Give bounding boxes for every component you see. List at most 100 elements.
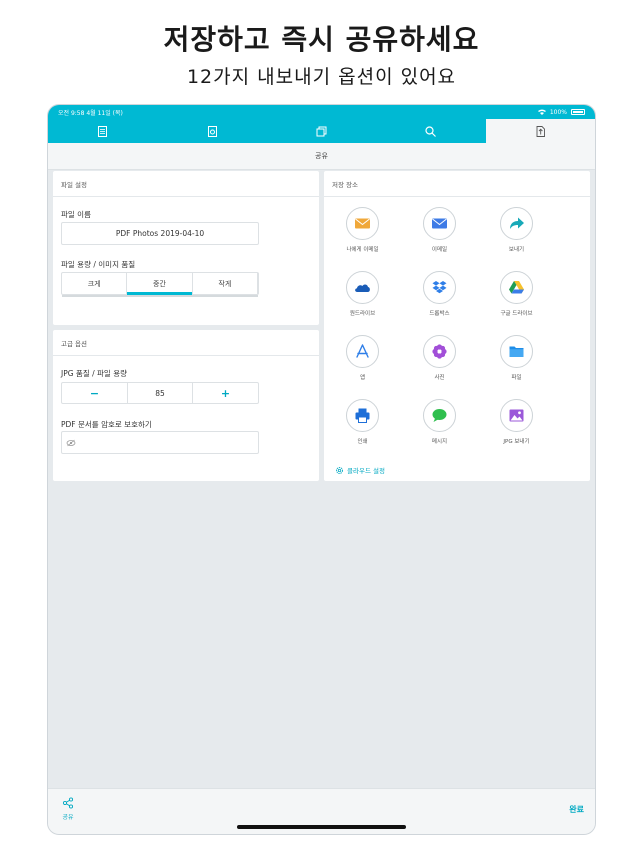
onedrive-icon (355, 284, 370, 292)
app-store-icon (356, 344, 369, 358)
file-settings-header: 파일 설정 (53, 171, 319, 197)
cloud-settings-link[interactable]: 클라우드 설정 (335, 465, 385, 475)
share-print-button[interactable] (346, 399, 379, 432)
mail-orange-icon (355, 218, 370, 229)
promo-subline: 12가지 내보내기 옵션이 있어요 (186, 66, 457, 88)
battery-percent: 100% (549, 108, 567, 116)
promo-headline: 저장하고 즉시 공유하세요 (163, 23, 480, 56)
share-messages-label: 메시지 (431, 439, 448, 445)
jpg-quality-increment-button[interactable]: + (193, 383, 258, 403)
share-email-to-me-label: 나에게 이메일 (346, 247, 379, 253)
search-icon (425, 125, 437, 137)
gear-icon (336, 466, 343, 474)
share-print[interactable]: 인쇄 (324, 399, 401, 445)
share-email-to-me[interactable]: 나에게 이메일 (324, 207, 401, 253)
top-tab-bar (48, 119, 595, 143)
google-drive-icon (509, 281, 524, 294)
status-bar: 오전 9:58 4월 11일 (목) 100% (48, 105, 595, 119)
share-google-drive-label: 구글 드라이브 (500, 311, 533, 317)
file-name-field[interactable]: PDF Photos 2019-04-10 (61, 222, 259, 245)
files-folder-icon (509, 346, 524, 357)
share-arrow-icon (510, 217, 524, 229)
photos-icon (432, 344, 447, 359)
status-time-date: 오전 9:58 4월 11일 (목) (58, 109, 123, 117)
cloud-settings-label: 클라우드 설정 (347, 467, 385, 475)
share-google-drive[interactable]: 구글 드라이브 (478, 271, 555, 317)
toolbar: 공유 (48, 143, 595, 170)
home-indicator[interactable] (237, 825, 406, 829)
document-icon (98, 125, 108, 137)
storage-location-card: 저장 장소 나에게 이메일 이메일 보내기 원드라이브 드롭박스 구글 드라이브… (324, 171, 590, 481)
share-dropbox[interactable]: 드롭박스 (401, 271, 478, 317)
tab-pages[interactable] (267, 119, 376, 143)
tab-document[interactable] (48, 119, 157, 143)
jpg-quality-value: 85 (127, 383, 193, 403)
storage-location-header: 저장 장소 (324, 171, 590, 197)
document-settings-icon (207, 125, 217, 137)
bottom-bar: 공유 완료 (48, 788, 595, 834)
share-onedrive[interactable]: 원드라이브 (324, 271, 401, 317)
image-icon (509, 409, 524, 422)
share-messages[interactable]: 메시지 (401, 399, 478, 445)
file-settings-card: 파일 설정 파일 이름 PDF Photos 2019-04-10 파일 용량 … (53, 171, 319, 325)
advanced-options-header: 고급 옵션 (53, 330, 319, 356)
share-messages-button[interactable] (423, 399, 456, 432)
status-right: 100% (537, 108, 585, 116)
toolbar-title: 공유 (315, 152, 328, 160)
jpg-quality-stepper: − 85 + (61, 382, 259, 404)
share-photos-label: 사진 (434, 375, 445, 381)
share-app-button[interactable] (346, 335, 379, 368)
eye-slash-icon[interactable] (66, 439, 76, 447)
jpg-quality-label: JPG 품질 / 파일 용량 (61, 369, 128, 378)
share-email-label: 이메일 (431, 247, 448, 253)
share-jpg[interactable]: JPG 보내기 (478, 399, 555, 445)
password-field[interactable] (61, 431, 259, 454)
share-send-label: 보내기 (508, 247, 525, 253)
share-dropbox-button[interactable] (423, 271, 456, 304)
quality-option-medium[interactable]: 중간 (127, 273, 193, 295)
share-app[interactable]: 앱 (324, 335, 401, 381)
share-button[interactable]: 공유 (62, 797, 74, 821)
quality-segmented-control: 크게 중간 작게 (61, 272, 259, 297)
battery-icon (571, 109, 585, 115)
share-nodes-icon (62, 797, 74, 809)
share-button-label: 공유 (62, 814, 74, 821)
share-dropbox-label: 드롭박스 (429, 311, 450, 317)
share-onedrive-button[interactable] (346, 271, 379, 304)
share-files-button[interactable] (500, 335, 533, 368)
share-email[interactable]: 이메일 (401, 207, 478, 253)
pages-icon (316, 126, 327, 136)
share-app-label: 앱 (359, 375, 366, 381)
share-print-label: 인쇄 (357, 439, 368, 445)
share-email-button[interactable] (423, 207, 456, 240)
share-onedrive-label: 원드라이브 (349, 311, 376, 317)
quality-label: 파일 용량 / 이미지 품질 (61, 260, 136, 269)
ipad-screen: 오전 9:58 4월 11일 (목) 100% 공유 파일 설정 파일 이름 P… (47, 104, 596, 835)
jpg-quality-decrement-button[interactable]: − (62, 383, 127, 403)
mail-blue-icon (432, 218, 447, 229)
quality-option-small[interactable]: 작게 (193, 273, 258, 294)
tab-document-settings[interactable] (157, 119, 266, 143)
share-files-label: 파일 (511, 375, 522, 381)
export-icon (536, 125, 545, 137)
quality-option-large[interactable]: 크게 (62, 273, 128, 294)
share-files[interactable]: 파일 (478, 335, 555, 381)
messages-icon (432, 409, 447, 422)
tab-search[interactable] (376, 119, 485, 143)
advanced-options-card: 고급 옵션 JPG 품질 / 파일 용량 − 85 + PDF 문서를 암호로 … (53, 330, 319, 481)
share-email-to-me-button[interactable] (346, 207, 379, 240)
share-jpg-label: JPG 보내기 (503, 439, 530, 445)
done-button[interactable]: 완료 (569, 804, 584, 815)
tab-export[interactable] (485, 119, 595, 143)
file-name-label: 파일 이름 (61, 210, 91, 219)
share-photos-button[interactable] (423, 335, 456, 368)
share-send-button[interactable] (500, 207, 533, 240)
share-google-drive-button[interactable] (500, 271, 533, 304)
dropbox-icon (432, 281, 447, 294)
share-send[interactable]: 보내기 (478, 207, 555, 253)
password-label: PDF 문서를 암호로 보호하기 (61, 420, 152, 429)
share-photos[interactable]: 사진 (401, 335, 478, 381)
share-jpg-button[interactable] (500, 399, 533, 432)
wifi-icon (537, 109, 546, 115)
segmented-underline (62, 295, 258, 297)
